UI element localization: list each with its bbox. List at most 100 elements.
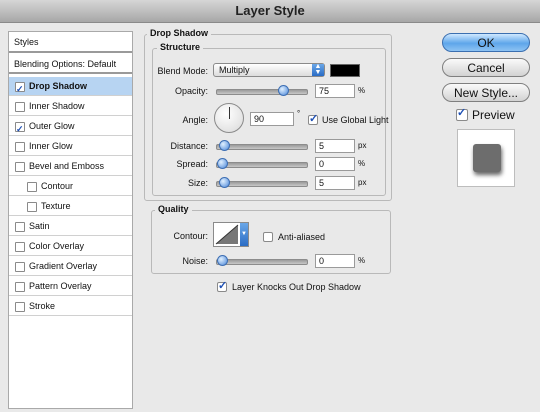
select-arrows-icon: ▲ ▼ (312, 63, 324, 76)
angle-input[interactable]: 90 (250, 112, 294, 126)
contour-label: Contour: (173, 231, 208, 241)
angle-dial[interactable] (214, 103, 244, 133)
noise-unit: % (358, 256, 366, 265)
noise-input[interactable]: 0 (315, 254, 355, 268)
style-checkbox[interactable] (15, 222, 25, 232)
style-checkbox[interactable] (15, 302, 25, 312)
style-checkbox[interactable] (15, 120, 25, 139)
styles-header[interactable]: Styles (9, 32, 132, 53)
sidebar-item-inner-shadow[interactable]: Inner Shadow (9, 97, 132, 116)
quality-title: Quality (155, 204, 192, 214)
sidebar-item-label: Outer Glow (29, 121, 75, 131)
preview-checkbox[interactable] (456, 106, 468, 121)
noise-slider-handle[interactable] (217, 255, 228, 266)
style-checkbox[interactable] (15, 80, 25, 99)
dialog-content: Styles Blending Options: Default Drop Sh… (0, 23, 540, 412)
sidebar-item-inner-glow[interactable]: Inner Glow (9, 137, 132, 156)
use-global-light-label: Use Global Light (322, 115, 389, 125)
sidebar-item-texture[interactable]: Texture (9, 197, 132, 216)
sidebar-item-stroke[interactable]: Stroke (9, 297, 132, 316)
style-checkbox[interactable] (15, 102, 25, 112)
sidebar-item-label: Color Overlay (29, 241, 85, 251)
shadow-color-swatch[interactable] (330, 64, 360, 77)
size-slider-track[interactable] (216, 177, 308, 188)
style-checkbox[interactable] (15, 162, 25, 172)
opacity-label: Opacity: (174, 86, 208, 96)
sidebar-item-contour[interactable]: Contour (9, 177, 132, 196)
angle-unit: ° (297, 109, 301, 118)
sidebar-item-color-overlay[interactable]: Color Overlay (9, 237, 132, 256)
title-bar[interactable]: Layer Style (0, 0, 540, 23)
opacity-input[interactable]: 75 (315, 84, 355, 98)
blend-mode-value: Multiply (219, 65, 250, 75)
spread-slider-handle[interactable] (217, 158, 228, 169)
anti-aliased-checkbox[interactable] (263, 232, 273, 242)
sidebar-item-label: Inner Glow (29, 141, 73, 151)
anti-aliased-label: Anti-aliased (278, 232, 326, 242)
sidebar-item-label: Texture (41, 201, 71, 211)
blending-options-item[interactable]: Blending Options: Default (9, 54, 132, 74)
sidebar-item-gradient-overlay[interactable]: Gradient Overlay (9, 257, 132, 276)
spread-slider-track[interactable] (216, 158, 308, 169)
sidebar-item-label: Contour (41, 181, 74, 191)
sidebar-item-label: Stroke (29, 301, 56, 311)
contour-picker[interactable]: ▼ (213, 222, 249, 247)
ok-button[interactable]: OK (442, 33, 530, 52)
sidebar-item-satin[interactable]: Satin (9, 217, 132, 236)
preview-square (473, 144, 501, 172)
sidebar-item-bevel-and-emboss[interactable]: Bevel and Emboss (9, 157, 132, 176)
noise-label: Noise: (182, 256, 208, 266)
layer-style-window: Layer Style Styles Blending Options: Def… (0, 0, 540, 412)
blending-options-label: Blending Options: Default (14, 59, 117, 69)
use-global-light-checkbox[interactable] (308, 112, 318, 125)
structure-title: Structure (157, 42, 204, 52)
spread-input[interactable]: 0 (315, 157, 355, 171)
new-style-button[interactable]: New Style... (442, 83, 530, 102)
spread-unit: % (358, 159, 366, 168)
sidebar-item-label: Bevel and Emboss (29, 161, 105, 171)
noise-slider-track[interactable] (216, 255, 308, 266)
preview-thumbnail (457, 129, 515, 187)
style-checkbox[interactable] (27, 202, 37, 212)
sidebar-item-label: Satin (29, 221, 50, 231)
distance-unit: px (358, 141, 367, 150)
style-checkbox[interactable] (15, 142, 25, 152)
styles-list: Styles Blending Options: Default Drop Sh… (8, 31, 133, 409)
sidebar-item-label: Pattern Overlay (29, 281, 92, 291)
sidebar-item-label: Gradient Overlay (29, 261, 98, 271)
distance-input[interactable]: 5 (315, 139, 355, 153)
preview-label: Preview (472, 108, 515, 122)
sidebar-item-drop-shadow[interactable]: Drop Shadow (9, 77, 132, 99)
styles-header-label: Styles (14, 37, 39, 47)
sidebar-item-pattern-overlay[interactable]: Pattern Overlay (9, 277, 132, 296)
layer-knocks-out-label: Layer Knocks Out Drop Shadow (232, 282, 361, 292)
style-checkbox[interactable] (27, 182, 37, 192)
size-input[interactable]: 5 (315, 176, 355, 190)
angle-label: Angle: (182, 115, 208, 125)
drop-shadow-title: Drop Shadow (147, 28, 211, 38)
distance-slider-track[interactable] (216, 140, 308, 151)
size-slider-handle[interactable] (219, 177, 230, 188)
contour-curve-icon (215, 224, 239, 245)
window-title: Layer Style (235, 3, 305, 18)
blend-mode-label: Blend Mode: (157, 66, 208, 76)
style-checkbox[interactable] (15, 242, 25, 252)
spread-label: Spread: (176, 159, 208, 169)
size-label: Size: (187, 178, 208, 188)
distance-slider-handle[interactable] (219, 140, 230, 151)
sidebar-item-label: Drop Shadow (29, 81, 87, 91)
sidebar-item-label: Inner Shadow (29, 101, 85, 111)
opacity-slider-track[interactable] (216, 85, 308, 96)
contour-dropdown-icon: ▼ (240, 223, 248, 246)
opacity-slider-handle[interactable] (278, 85, 289, 96)
style-checkbox[interactable] (15, 262, 25, 272)
distance-label: Distance: (170, 141, 208, 151)
opacity-unit: % (358, 86, 366, 95)
size-unit: px (358, 178, 367, 187)
blend-mode-select[interactable]: Multiply ▲ ▼ (213, 63, 325, 77)
style-checkbox[interactable] (15, 282, 25, 292)
angle-indicator (229, 107, 230, 119)
sidebar-item-outer-glow[interactable]: Outer Glow (9, 117, 132, 139)
cancel-button[interactable]: Cancel (442, 58, 530, 77)
layer-knocks-out-checkbox[interactable] (217, 279, 227, 292)
